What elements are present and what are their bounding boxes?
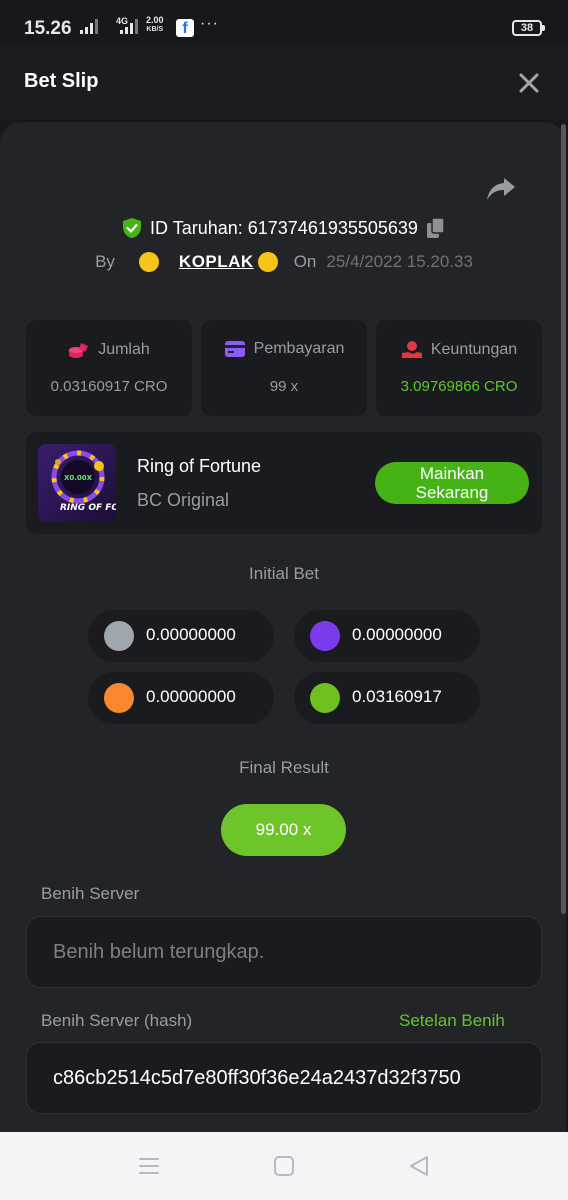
server-seed-hash-field[interactable]: c86cb2514c5d7e80ff30f36e24a2437d32f3750 [26,1042,542,1114]
signal-icon [80,18,98,34]
server-seed-hash-label: Benih Server (hash) [41,1011,193,1030]
system-nav-bar [0,1132,568,1200]
back-icon [410,1156,428,1176]
net-speed-unit: KB/S [146,26,164,33]
bet-chip-green: 0.03160917 [294,672,480,724]
on-label: On [293,252,317,271]
play-now-line2: Sekarang [415,483,489,502]
thumb-multiplier: X0.00X [64,474,93,482]
user-name[interactable]: KOPLAK [179,252,254,272]
bet-slip-header: Bet Slip [0,44,568,120]
server-seed-hash-value: c86cb2514c5d7e80ff30f36e24a2437d32f3750 [53,1067,461,1089]
thumb-title: RING OF FORTUNE [60,503,116,513]
game-name: Ring of Fortune [137,456,262,476]
bet-id: ID Taruhan: 61737461935505639 [150,217,418,238]
chip-orange-icon [104,683,134,713]
stat-amount-head: Jumlah [26,340,192,360]
share-icon [487,178,515,200]
server-seed-field[interactable]: Benih belum terungkap. [26,916,542,988]
card-icon [224,341,245,357]
scrollbar[interactable] [561,124,566,914]
play-now-button[interactable]: Mainkan Sekarang [375,462,529,504]
final-result-title: Final Result [239,758,329,777]
hand-coin-icon [401,341,422,358]
stat-payout-value: 99 x [269,378,299,395]
user-emoji-left [138,252,159,272]
shield-check-icon [123,218,142,238]
menu-button[interactable] [137,1154,161,1178]
chip-purple-icon [310,621,340,651]
battery-icon: 38 [512,20,545,36]
ring-of-fortune-thumbnail: X0.00X RING OF FORTUNE [38,444,116,522]
bet-chip-value: 0.00000000 [352,625,442,644]
stat-profit: Keuntungan 3.09769866 CRO [376,320,542,416]
copy-icon[interactable] [426,217,446,239]
chip-green-icon [310,683,340,713]
final-result-value: 99.00 x [221,804,346,856]
bet-stats: Jumlah 0.03160917 CRO Pembayaran 99 x Ke… [26,320,542,416]
bet-date: 25/4/2022 15.20.33 [326,252,473,271]
bet-chip-purple: 0.00000000 [294,610,480,662]
stat-profit-label: Keuntungan [430,341,518,358]
server-seed-label: Benih Server [41,884,140,903]
bet-chip-value: 0.03160917 [352,687,442,706]
stat-payout: Pembayaran 99 x [201,320,367,416]
home-icon [274,1156,294,1176]
menu-icon [139,1158,159,1174]
stat-profit-value: 3.09769866 CRO [400,378,518,395]
close-button[interactable] [514,68,544,98]
chip-grey-icon [104,621,134,651]
stat-amount-value: 0.03160917 CRO [50,378,168,395]
share-button[interactable] [486,176,516,202]
stat-payout-head: Pembayaran [201,340,367,358]
coins-icon [69,343,89,358]
stat-profit-head: Keuntungan [376,340,542,360]
more-notifications: ··· [200,15,219,32]
stat-amount-label: Jumlah [98,341,150,358]
back-button[interactable] [407,1154,431,1178]
bet-chip-value: 0.00000000 [146,687,236,706]
bet-chip-grey: 0.00000000 [88,610,274,662]
net-speed-value: 2.00 [146,15,164,25]
bet-chip-orange: 0.00000000 [88,672,274,724]
bet-chip-value: 0.00000000 [146,625,236,644]
facebook-icon: f [176,19,194,37]
server-seed-value: Benih belum terungkap. [53,941,265,963]
status-time: 15.26 [24,18,72,39]
game-provider: BC Original [137,490,230,510]
network-speed: 2.00 KB/S [146,16,164,34]
stat-payout-label: Pembayaran [253,340,345,357]
stat-amount: Jumlah 0.03160917 CRO [26,320,192,416]
user-emoji-right [257,252,278,272]
close-icon [519,73,539,93]
page-title: Bet Slip [24,70,99,92]
play-now-line1: Mainkan [419,464,485,483]
status-bar: 15.26 4G 2.00 KB/S f ··· 38 [0,0,568,44]
by-label: By [95,252,115,271]
game-thumbnail[interactable]: X0.00X RING OF FORTUNE [38,444,116,522]
seed-settings-link[interactable]: Setelan Benih [399,1011,505,1031]
bet-meta-row: By KOPLAK On 25/4/2022 15.20.33 [0,250,566,274]
bet-id-row: ID Taruhan: 61737461935505639 [0,214,566,242]
signal-icon-2 [120,18,138,34]
game-row: X0.00X RING OF FORTUNE Ring of Fortune B… [26,432,542,534]
initial-bet-title: Initial Bet [249,564,319,583]
bet-details-card: ID Taruhan: 61737461935505639 By KOPLAK … [0,122,566,1132]
home-button[interactable] [272,1154,296,1178]
